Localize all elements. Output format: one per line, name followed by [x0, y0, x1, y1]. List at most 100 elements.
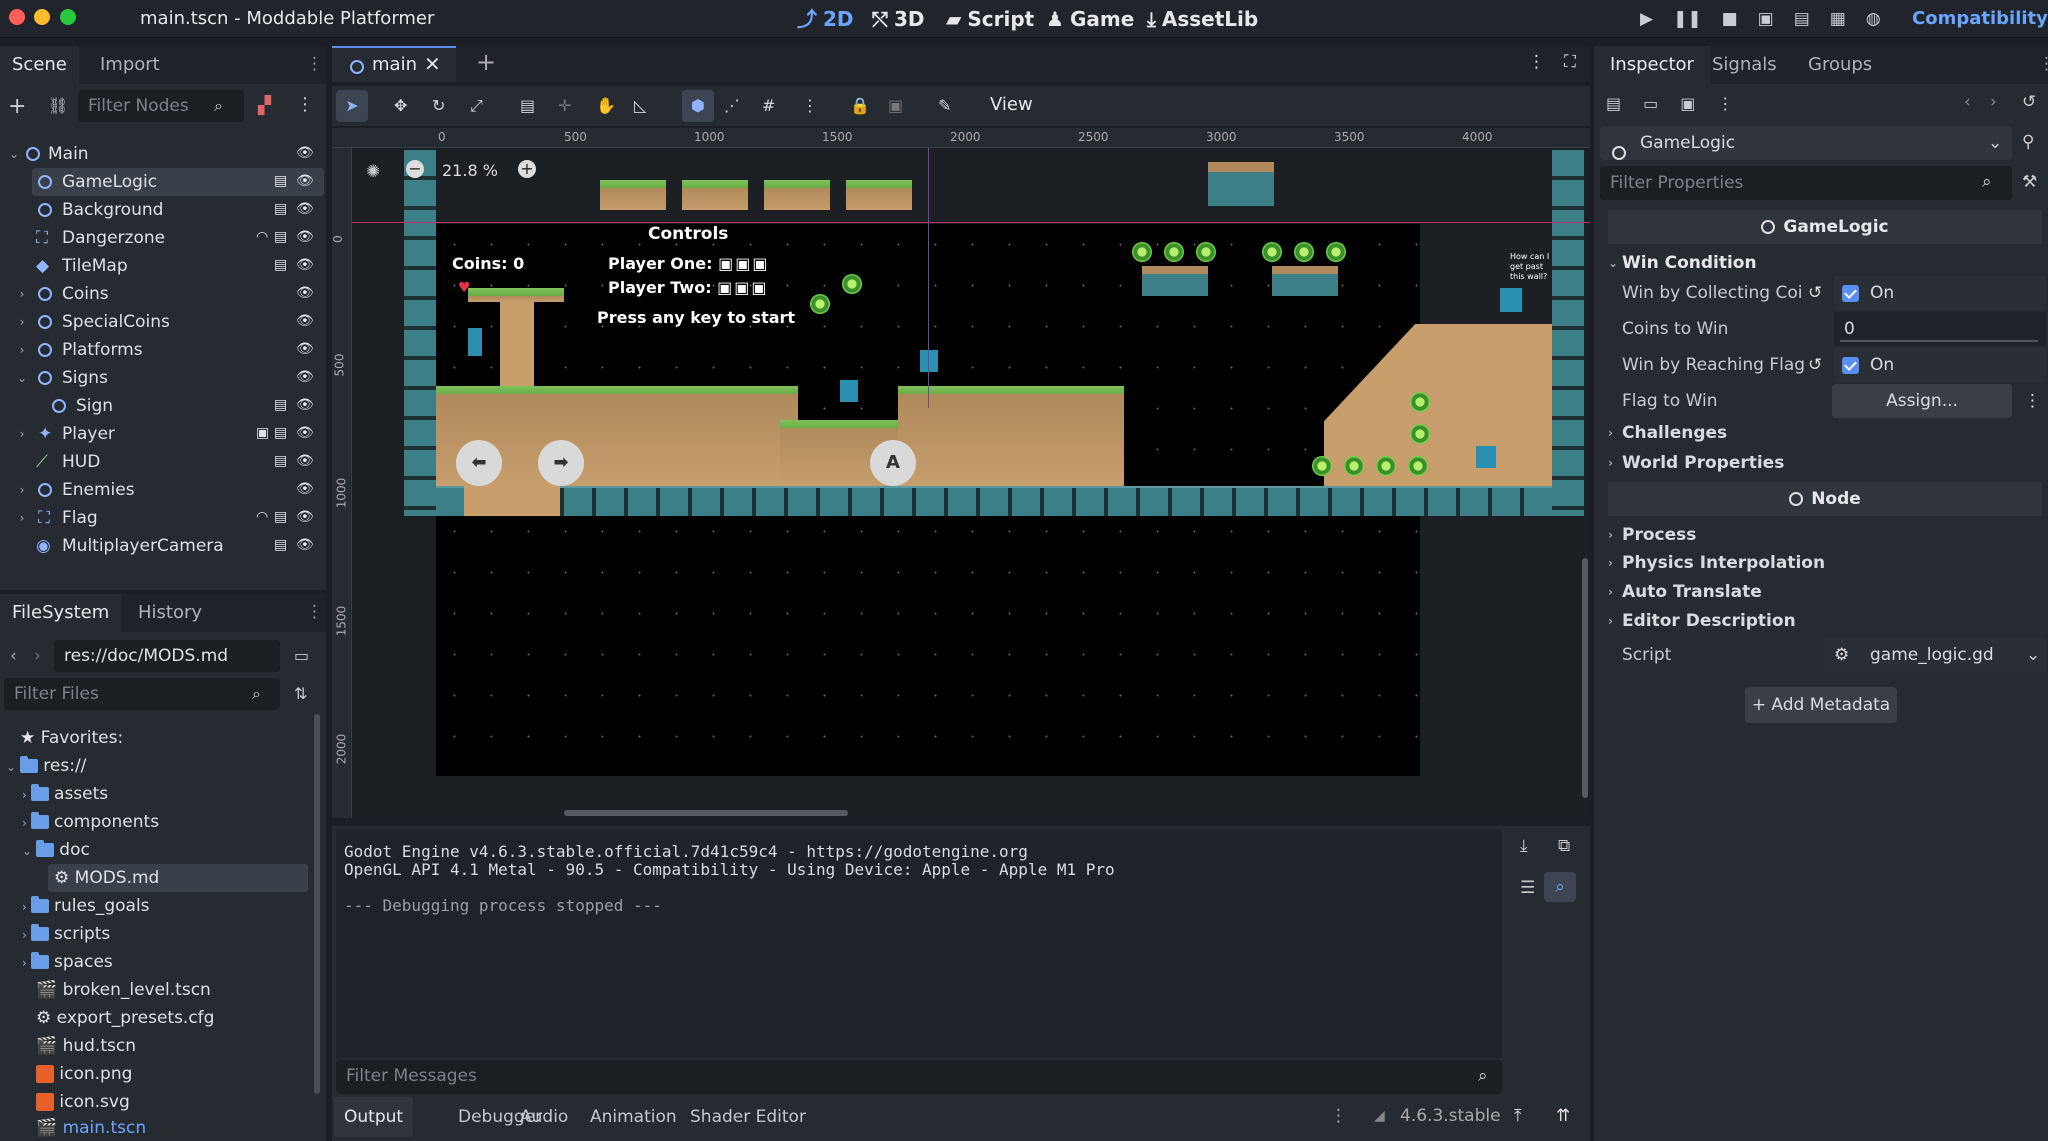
- tab-audio[interactable]: Audio: [510, 1097, 578, 1137]
- group-win-condition[interactable]: ⌄ Win Condition: [1608, 246, 2048, 280]
- visibility-eye-icon[interactable]: 👁: [296, 341, 314, 357]
- add-metadata-button[interactable]: + Add Metadata: [1745, 687, 1897, 723]
- group-icon[interactable]: ▣: [256, 425, 269, 441]
- tab-inspector[interactable]: Inspector: [1594, 46, 1710, 84]
- close-window-button[interactable]: [9, 9, 25, 25]
- script-attached-icon[interactable]: ▤: [274, 229, 287, 245]
- tab-history[interactable]: History: [126, 594, 214, 632]
- snap-menu-icon[interactable]: ⋮: [802, 96, 818, 115]
- signal-icon[interactable]: ◠: [256, 229, 268, 245]
- close-tab-icon[interactable]: ✕: [424, 52, 441, 76]
- zoom-out-button[interactable]: −: [406, 160, 424, 178]
- renderer-select[interactable]: Compatibility ⌄: [1912, 0, 2048, 67]
- fs-file-broken-level[interactable]: 🎬 broken_level.tscn: [36, 976, 211, 1004]
- pin-icon[interactable]: ⤒: [1514, 1106, 1522, 1126]
- tab-signals[interactable]: Signals: [1700, 46, 1789, 84]
- visibility-eye-icon[interactable]: 👁: [296, 425, 314, 441]
- remote-debug-icon[interactable]: ▣: [1758, 9, 1774, 29]
- new-resource-icon[interactable]: ▤: [1606, 94, 1621, 113]
- revert-icon[interactable]: ↺: [1808, 276, 1822, 310]
- grid-snap-icon[interactable]: #: [762, 96, 775, 115]
- script-attached-icon[interactable]: ▤: [274, 425, 287, 441]
- fs-folder-spaces[interactable]: › spaces: [22, 948, 113, 976]
- script-resource-picker[interactable]: ⚙ game_logic.gd ⌄: [1824, 638, 2046, 672]
- inspector-options-icon[interactable]: ⚒: [2022, 172, 2037, 192]
- tab-scene[interactable]: Scene: [0, 46, 79, 84]
- back-icon[interactable]: ‹: [10, 646, 17, 666]
- workspace-game[interactable]: ♟ Game: [1046, 0, 1134, 38]
- dock-menu-icon[interactable]: ⋮: [306, 54, 323, 74]
- selectable-list-icon[interactable]: ▤: [520, 96, 535, 115]
- toggle-search-icon[interactable]: ⌕: [1544, 872, 1576, 902]
- filter-messages-input[interactable]: Filter Messages: [336, 1060, 1502, 1094]
- script-attached-icon[interactable]: ▤: [274, 397, 287, 413]
- visibility-eye-icon[interactable]: 👁: [296, 453, 314, 469]
- lock-icon[interactable]: 🔒: [850, 96, 870, 115]
- minimize-window-button[interactable]: [34, 9, 50, 25]
- visibility-eye-icon[interactable]: 👁: [296, 369, 314, 385]
- fs-folder-doc[interactable]: ⌄ doc: [22, 836, 90, 864]
- visibility-eye-icon[interactable]: 👁: [296, 285, 314, 301]
- script-attached-icon[interactable]: ▤: [274, 453, 287, 469]
- fs-folder-components[interactable]: › components: [22, 808, 159, 836]
- fs-file-icon-svg[interactable]: icon.svg: [36, 1088, 130, 1116]
- workspace-assetlib[interactable]: ⤓ AssetLib: [1147, 0, 1258, 38]
- revert-icon[interactable]: ↺: [1808, 348, 1822, 382]
- maximize-window-button[interactable]: [60, 9, 76, 25]
- smart-snap-icon[interactable]: ⬢: [682, 90, 714, 122]
- object-selector[interactable]: GameLogic ⌄: [1600, 126, 2012, 160]
- signal-icon[interactable]: ◠: [256, 509, 268, 525]
- history-back-icon[interactable]: ‹: [1964, 92, 1971, 112]
- pan-mode-icon[interactable]: ✋: [596, 96, 616, 115]
- group-world-properties[interactable]: › World Properties: [1608, 446, 2048, 480]
- sort-icon[interactable]: ⇅: [294, 684, 307, 703]
- viewport-2d[interactable]: 0 500 1000 1500 2000 2500 3000 3500 4000…: [332, 128, 1590, 818]
- win-by-collecting-toggle[interactable]: On: [1834, 276, 2046, 310]
- extra-options-icon[interactable]: ⋮: [1717, 94, 1733, 113]
- fs-file-icon-png[interactable]: icon.png: [36, 1060, 132, 1088]
- tab-groups[interactable]: Groups: [1796, 46, 1884, 84]
- select-mode-icon[interactable]: ➤: [336, 90, 368, 122]
- workspace-script[interactable]: ▰ Script: [946, 0, 1034, 38]
- dock-menu-icon[interactable]: ⋮: [2038, 54, 2048, 74]
- center-view-icon[interactable]: ✺: [366, 162, 380, 182]
- fs-folder-rules-goals[interactable]: › rules_goals: [22, 892, 150, 920]
- visibility-eye-icon[interactable]: 👁: [296, 145, 314, 161]
- path-field[interactable]: res://doc/MODS.md: [54, 640, 280, 672]
- add-node-icon[interactable]: +: [8, 94, 26, 119]
- attach-script-icon[interactable]: ▞: [258, 96, 271, 116]
- script-attached-icon[interactable]: ▤: [274, 173, 287, 189]
- tab-animation[interactable]: Animation: [580, 1097, 687, 1137]
- visibility-eye-icon[interactable]: 👁: [296, 509, 314, 525]
- fs-file-export-presets[interactable]: ⚙ export_presets.cfg: [36, 1004, 214, 1032]
- view-menu[interactable]: View: [990, 94, 1033, 115]
- visibility-eye-icon[interactable]: 👁: [296, 481, 314, 497]
- history-forward-icon[interactable]: ›: [1990, 92, 1997, 112]
- visibility-eye-icon[interactable]: 👁: [296, 257, 314, 273]
- tab-menu-icon[interactable]: ⋮: [1528, 52, 1545, 72]
- prop-menu-icon[interactable]: ⋮: [2024, 384, 2041, 418]
- visibility-eye-icon[interactable]: 👁: [296, 201, 314, 217]
- group-challenges[interactable]: › Challenges: [1608, 416, 2048, 450]
- add-tab-icon[interactable]: +: [476, 48, 496, 76]
- split-view-icon[interactable]: ▭: [294, 646, 309, 665]
- copy-log-icon[interactable]: ⧉: [1558, 836, 1570, 856]
- open-resource-icon[interactable]: ▭: [1643, 94, 1658, 113]
- tab-shader-editor[interactable]: Shader Editor: [680, 1097, 816, 1137]
- scale-mode-icon[interactable]: ⤢: [470, 96, 483, 116]
- ruler-mode-icon[interactable]: ◺: [634, 96, 646, 115]
- tab-import[interactable]: Import: [88, 46, 172, 84]
- filter-properties-input[interactable]: Filter Properties: [1600, 166, 2012, 200]
- script-attached-icon[interactable]: ▤: [274, 509, 287, 525]
- fs-file-hud[interactable]: 🎬 hud.tscn: [36, 1032, 136, 1060]
- expand-panel-icon[interactable]: ⇈: [1556, 1106, 1570, 1126]
- pause-icon[interactable]: ❚❚: [1673, 9, 1702, 29]
- tab-output[interactable]: Output: [334, 1097, 414, 1137]
- zoom-in-button[interactable]: +: [518, 160, 536, 178]
- save-log-icon[interactable]: ⤓: [1520, 836, 1528, 856]
- workspace-2d[interactable]: ⤴ 2D: [797, 0, 854, 38]
- visibility-eye-icon[interactable]: 👁: [296, 313, 314, 329]
- move-mode-icon[interactable]: ✥: [394, 96, 407, 115]
- save-resource-icon[interactable]: ▣: [1680, 94, 1695, 113]
- stop-icon[interactable]: ■: [1722, 9, 1738, 29]
